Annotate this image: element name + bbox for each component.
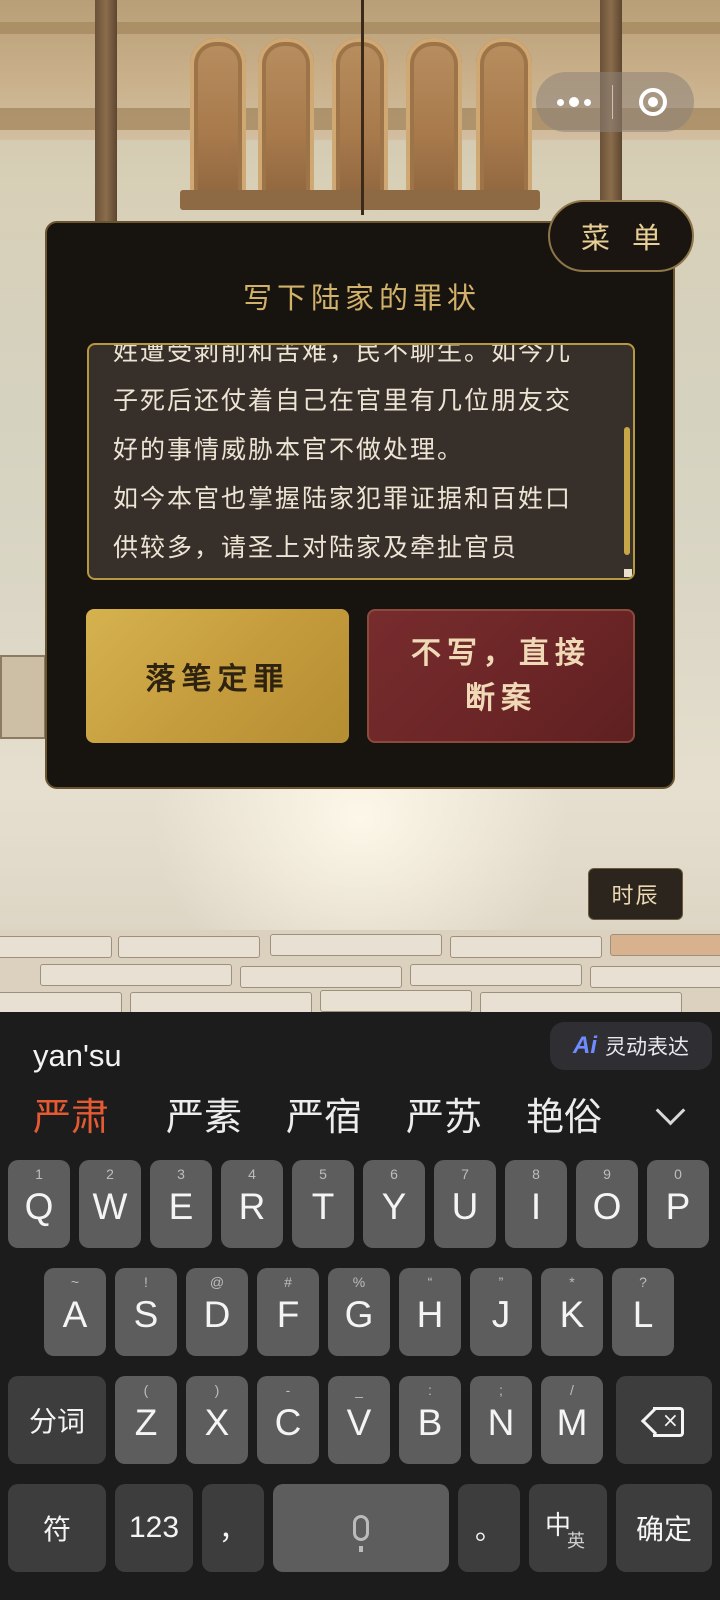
key-f[interactable]: # F <box>257 1268 319 1356</box>
key-m[interactable]: / M <box>541 1376 603 1464</box>
text-line: 好的事情威胁本官不做处理。 <box>113 435 465 464</box>
microphone-icon <box>353 1515 369 1552</box>
ancestral-tablet <box>258 38 314 203</box>
time-button[interactable]: 时辰 <box>588 868 683 920</box>
pinyin-composition: yan'su <box>33 1038 122 1073</box>
key-c[interactable]: -C <box>257 1376 319 1464</box>
ancestral-tablet <box>190 38 246 203</box>
ime-keyboard: yan'su Ai 灵动表达 严肃 严素 严宿 严苏 艳俗 1Q 2W 3E 4… <box>0 1012 720 1600</box>
text-line: 子死后还仗着自己在官里有几位朋友交 <box>113 386 573 415</box>
ai-label: 灵动表达 <box>605 1035 689 1059</box>
commit-verdict-button[interactable]: 落笔定罪 <box>86 609 349 743</box>
key-j[interactable]: ” J <box>470 1268 532 1356</box>
text-line: 姓遭受剥削和苦难，民不聊生。如今儿 <box>113 343 573 366</box>
candidate-word[interactable]: 严肃 <box>33 1086 109 1141</box>
confirm-key[interactable]: 确定 <box>616 1484 712 1572</box>
key-e[interactable]: 3E <box>150 1160 212 1248</box>
key-o[interactable]: 9O <box>576 1160 638 1248</box>
backspace-key[interactable]: × <box>616 1376 712 1464</box>
ai-expression-button[interactable]: Ai 灵动表达 <box>550 1022 712 1070</box>
key-q[interactable]: 1Q <box>8 1160 70 1248</box>
crime-textarea[interactable]: 姓遭受剥削和苦难，民不聊生。如今儿 子死后还仗着自己在官里有几位朋友交 好的事情… <box>87 343 635 580</box>
key-u[interactable]: 7U <box>434 1160 496 1248</box>
symbol-key[interactable]: 符 <box>8 1484 106 1572</box>
key-v[interactable]: _ V <box>328 1376 390 1464</box>
segment-key[interactable]: 分词 <box>8 1376 106 1464</box>
candidate-word[interactable]: 严宿 <box>286 1086 362 1141</box>
candidate-word[interactable]: 严素 <box>166 1086 242 1141</box>
more-dots-icon[interactable] <box>536 72 612 132</box>
language-icon: 中英 <box>545 1511 585 1552</box>
key-x[interactable]: ) X <box>186 1376 248 1464</box>
resize-handle[interactable] <box>624 569 632 577</box>
number-key[interactable]: 123 <box>115 1484 193 1572</box>
text-line: 如今本官也掌握陆家犯罪证据和百姓口 <box>113 484 573 513</box>
key-k[interactable]: * K <box>541 1268 603 1356</box>
key-t[interactable]: 5T <box>292 1160 354 1248</box>
dialog-title: 写下陆家的罪状 <box>242 281 481 315</box>
ancestral-tablet <box>476 38 532 203</box>
ancestral-tablet <box>406 38 462 203</box>
candidate-word[interactable]: 严苏 <box>406 1086 482 1141</box>
key-w[interactable]: 2W <box>79 1160 141 1248</box>
stone-floor <box>0 930 720 1012</box>
text-line: 供较多，请圣上对陆家及牵扯官员 <box>113 533 519 562</box>
key-n[interactable]: ; N <box>470 1376 532 1464</box>
period-key[interactable]: 。 <box>458 1484 520 1572</box>
key-s[interactable]: ! S <box>115 1268 177 1356</box>
key-l[interactable]: ? L <box>612 1268 674 1356</box>
ancestral-tablet <box>332 38 388 203</box>
menu-button[interactable]: 菜单 <box>548 200 694 272</box>
skip-and-judge-button[interactable]: 不写，直接断案 <box>367 609 635 743</box>
hanging-rope <box>361 0 364 215</box>
indictment-dialog: 写下陆家的罪状 姓遭受剥削和苦难，民不聊生。如今儿 子死后还仗着自己在官里有几位… <box>45 221 675 789</box>
key-r[interactable]: 4R <box>221 1160 283 1248</box>
textarea-scrollbar[interactable] <box>624 427 630 555</box>
key-z[interactable]: (Z <box>115 1376 177 1464</box>
target-close-icon[interactable] <box>613 72 693 132</box>
ai-icon: Ai <box>573 1032 597 1059</box>
miniprogram-capsule <box>536 72 694 132</box>
key-g[interactable]: % G <box>328 1268 390 1356</box>
tablet-shelf <box>180 190 540 210</box>
language-switch-key[interactable]: 中英 <box>529 1484 607 1572</box>
key-i[interactable]: 8I <box>505 1160 567 1248</box>
key-h[interactable]: “H <box>399 1268 461 1356</box>
candidate-bar: 严肃 严素 严宿 严苏 艳俗 <box>0 1086 720 1148</box>
comma-key[interactable]: ， <box>202 1484 264 1572</box>
chevron-down-icon[interactable] <box>655 1095 686 1126</box>
crime-text: 姓遭受剥削和苦难，民不聊生。如今儿 子死后还仗着自己在官里有几位朋友交 好的事情… <box>113 343 613 572</box>
key-p[interactable]: 0P <box>647 1160 709 1248</box>
side-table <box>0 655 46 739</box>
key-a[interactable]: ~ A <box>44 1268 106 1356</box>
hall-pillar <box>95 0 117 230</box>
backspace-icon: × <box>645 1407 684 1437</box>
space-key[interactable] <box>273 1484 449 1572</box>
candidate-word[interactable]: 艳俗 <box>526 1086 602 1141</box>
key-b[interactable]: :B <box>399 1376 461 1464</box>
key-d[interactable]: @ D <box>186 1268 248 1356</box>
key-y[interactable]: 6Y <box>363 1160 425 1248</box>
